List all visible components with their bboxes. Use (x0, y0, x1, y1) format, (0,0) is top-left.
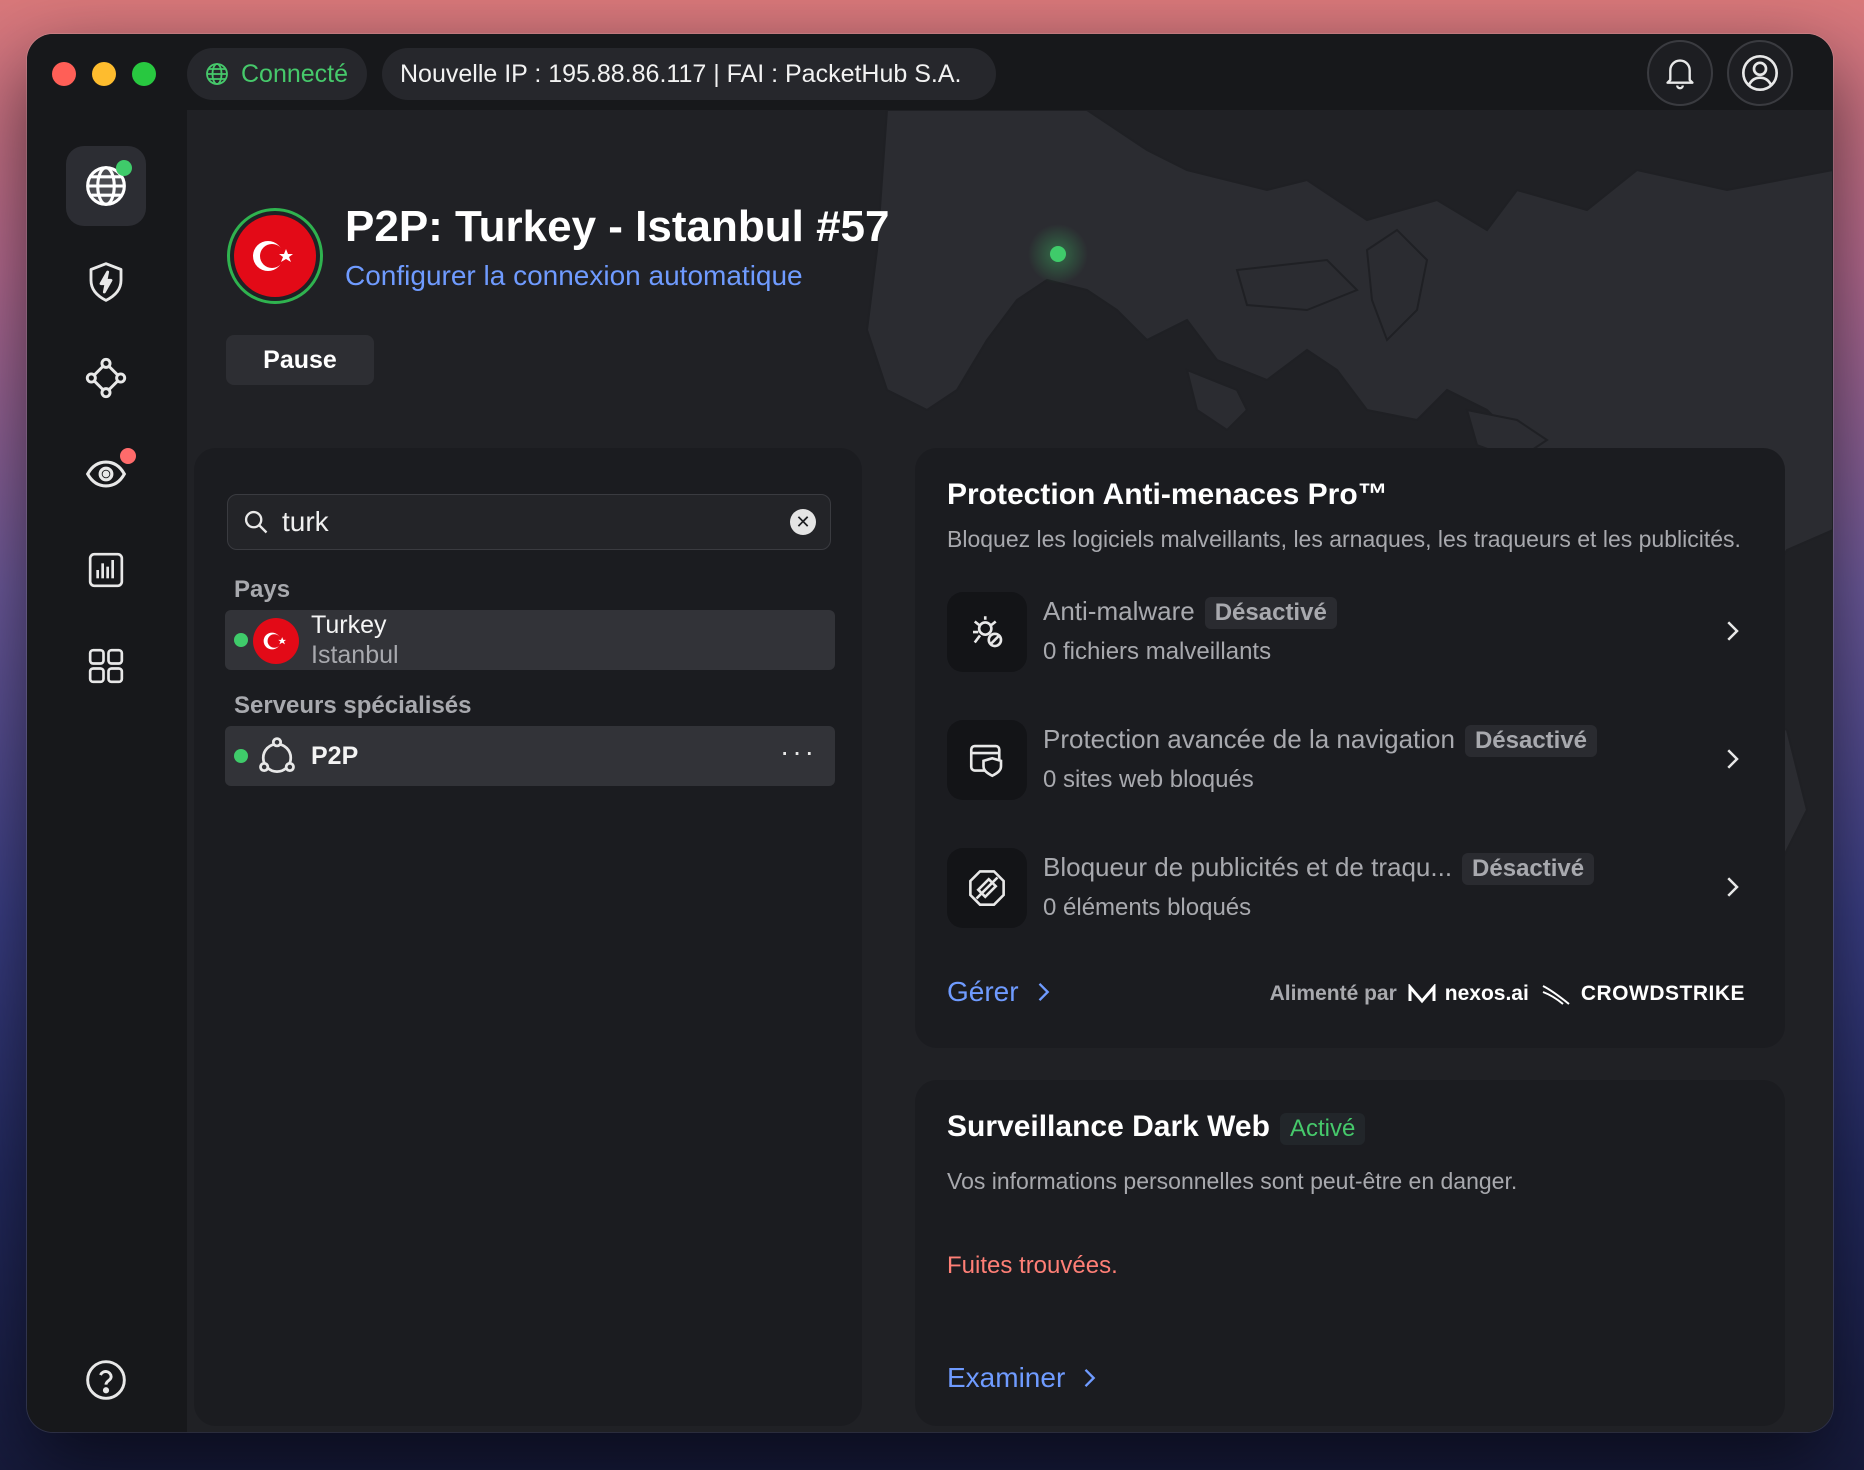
close-window-button[interactable] (52, 62, 76, 86)
list-item-turkey[interactable]: Turkey Istanbul (225, 610, 835, 670)
ad-block-icon (947, 848, 1027, 928)
partner-crowdstrike: CROWDSTRIKE (1580, 982, 1745, 1005)
countries-section-label: Pays (234, 576, 291, 603)
chevron-right-icon[interactable] (1717, 742, 1747, 776)
turkey-flag-icon (234, 215, 316, 297)
sidebar-item-dark-web-monitor[interactable] (66, 434, 146, 514)
server-title: P2P: Turkey - Istanbul #57 (345, 202, 890, 251)
shield-bolt-icon (89, 262, 123, 302)
main-area: P2P: Turkey - Istanbul #57 Configurer la… (187, 110, 1833, 1432)
connection-status: Connecté (241, 59, 349, 88)
notifications-button[interactable] (1647, 40, 1713, 106)
grid-icon (88, 648, 124, 684)
feature-ad-blocker[interactable]: Bloqueur de publicités et de traqu... Dés… (947, 848, 1747, 928)
dark-web-panel: Surveillance Dark Web Activé Vos informat… (915, 1080, 1785, 1426)
status-badge: Désactivé (1462, 853, 1595, 885)
account-button[interactable] (1727, 40, 1793, 106)
auto-connect-link[interactable]: Configurer la connexion automatique (345, 260, 803, 292)
threat-protection-panel: Protection Anti-menaces Pro™ Bloquez les… (915, 448, 1785, 1048)
manage-link[interactable]: Gérer (947, 976, 1057, 1008)
feature-name: Protection avancée de la navigation (1043, 724, 1455, 754)
bug-icon (947, 592, 1027, 672)
status-dot (234, 749, 248, 763)
more-options-button[interactable]: ··· (780, 736, 817, 768)
minimize-window-button[interactable] (92, 62, 116, 86)
feature-count: 0 éléments bloqués (1043, 894, 1252, 921)
country-name: Turkey (311, 611, 387, 639)
partner-nexos: nexos.ai (1444, 982, 1529, 1005)
app-window: Connecté Nouvelle IP : 195.88.86.117 | F… (27, 34, 1833, 1432)
connection-status-pill: Connecté (187, 48, 367, 100)
connected-dot (116, 160, 132, 176)
list-item-p2p[interactable]: P2P ··· (225, 726, 835, 786)
server-flag (227, 208, 323, 304)
clear-icon[interactable]: ✕ (790, 509, 816, 535)
examine-label: Examiner (947, 1362, 1066, 1393)
city-name: Istanbul (311, 641, 399, 669)
pause-button[interactable]: Pause (226, 335, 374, 385)
status-badge: Activé (1279, 1113, 1366, 1145)
help-icon (86, 1360, 126, 1400)
specialty-section-label: Serveurs spécialisés (234, 692, 472, 719)
sidebar-item-threat-protection[interactable] (66, 242, 146, 322)
examine-link[interactable]: Examiner (947, 1362, 1103, 1394)
p2p-label: P2P (311, 742, 359, 770)
feature-browsing-protection[interactable]: Protection avancée de la navigation Désac… (947, 720, 1747, 800)
browser-shield-icon (947, 720, 1027, 800)
nexos-logo-icon (1408, 984, 1436, 1004)
alert-dot (120, 448, 136, 464)
sidebar-item-apps[interactable] (66, 626, 146, 706)
darkweb-title-row: Surveillance Dark Web Activé (947, 1110, 1366, 1145)
chevron-right-icon (1038, 983, 1049, 1001)
ip-info: Nouvelle IP : 195.88.86.117 | FAI : Pack… (400, 59, 962, 88)
status-badge: Désactivé (1204, 597, 1337, 629)
search-icon (244, 510, 268, 534)
chevron-right-icon (1084, 1369, 1096, 1387)
search-input[interactable]: turk ✕ (227, 494, 831, 550)
feature-anti-malware[interactable]: Anti-malware Désactivé 0 fichiers malveil… (947, 592, 1747, 672)
darkweb-subtitle: Vos informations personnelles sont peut-… (947, 1168, 1518, 1194)
status-dot (234, 633, 248, 647)
user-icon (1742, 55, 1778, 91)
crowdstrike-logo-icon (1542, 985, 1570, 1005)
sidebar-item-vpn[interactable] (66, 146, 146, 226)
sidebar-item-stats[interactable] (66, 530, 146, 610)
threat-subtitle: Bloquez les logiciels malveillants, les … (947, 526, 1741, 552)
sidebar-item-meshnet[interactable] (66, 338, 146, 418)
feature-count: 0 sites web bloqués (1043, 766, 1254, 793)
darkweb-title: Surveillance Dark Web (947, 1110, 1270, 1143)
leaks-found-alert: Fuites trouvées. (947, 1252, 1118, 1279)
zoom-window-button[interactable] (132, 62, 156, 86)
chevron-right-icon[interactable] (1717, 614, 1747, 648)
feature-name: Bloqueur de publicités et de traqu... (1043, 852, 1453, 882)
chart-icon (88, 552, 124, 588)
title-bar: Connecté Nouvelle IP : 195.88.86.117 | F… (27, 34, 1833, 110)
turkey-flag-icon (253, 618, 299, 664)
status-badge: Désactivé (1464, 725, 1598, 757)
search-query[interactable]: turk (282, 506, 790, 538)
powered-by-label: Alimenté par (1269, 982, 1397, 1005)
p2p-icon (259, 737, 295, 773)
globe-icon (206, 63, 228, 85)
sidebar (27, 110, 187, 1432)
bell-icon (1666, 59, 1694, 90)
powered-by: Alimenté par nexos.ai CROWDSTRIKE (1265, 982, 1745, 1006)
manage-label: Gérer (947, 976, 1019, 1007)
mesh-icon (85, 357, 127, 399)
threat-title: Protection Anti-menaces Pro™ (947, 478, 1388, 511)
server-location-pin[interactable] (1050, 246, 1066, 262)
ip-info-pill: Nouvelle IP : 195.88.86.117 | FAI : Pack… (382, 48, 996, 100)
feature-count: 0 fichiers malveillants (1043, 638, 1272, 665)
chevron-right-icon[interactable] (1717, 870, 1747, 904)
feature-name: Anti-malware (1043, 596, 1195, 626)
sidebar-item-help[interactable] (66, 1340, 146, 1420)
server-search-panel: turk ✕ Pays Turkey Istanbul Serveurs spé… (194, 448, 862, 1426)
